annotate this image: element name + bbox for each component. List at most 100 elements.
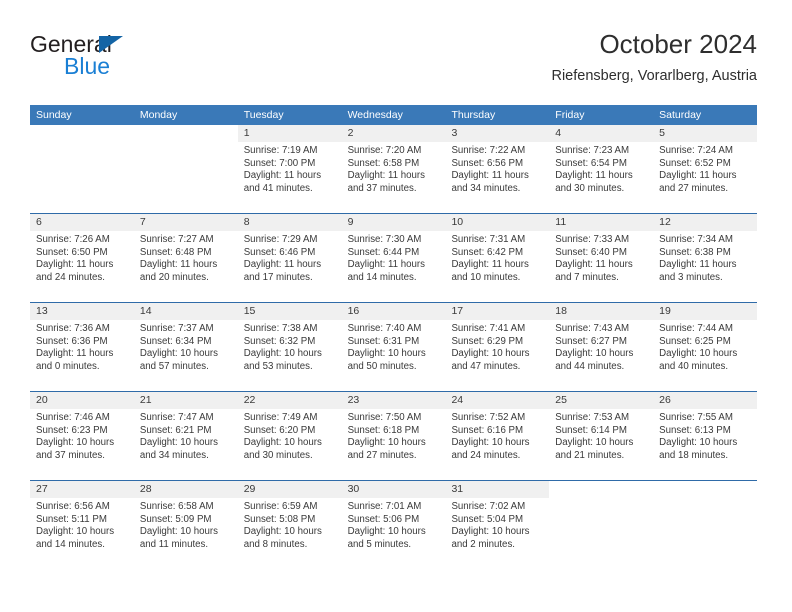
sunrise-text: Sunrise: 7:49 AM bbox=[243, 412, 318, 423]
daylight-text-line2: and 53 minutes. bbox=[243, 360, 313, 372]
day-cell[interactable]: 10 Sunrise: 7:31 AM Sunset: 6:42 PM Dayligh… bbox=[445, 214, 550, 302]
day-details: Sunrise: 7:47 AM Sunset: 6:21 PM Daylight:… bbox=[134, 409, 238, 462]
page-title: October 2024 bbox=[599, 29, 757, 59]
day-number: 13 bbox=[30, 303, 134, 320]
day-cell[interactable]: 21 Sunrise: 7:47 AM Sunset: 6:21 PM Dayligh… bbox=[133, 392, 238, 480]
weekday-header-monday: Monday bbox=[139, 109, 178, 121]
day-details: Sunrise: 7:26 AM Sunset: 6:50 PM Daylight:… bbox=[30, 231, 134, 284]
sunset-text: Sunset: 7:00 PM bbox=[243, 157, 316, 169]
daylight-text-line2: and 41 minutes. bbox=[243, 182, 313, 194]
daylight-text-line1: Daylight: 10 hours bbox=[139, 526, 218, 538]
day-cell[interactable]: 14 Sunrise: 7:37 AM Sunset: 6:34 PM Dayligh… bbox=[133, 303, 238, 391]
day-cell[interactable]: 23 Sunrise: 7:50 AM Sunset: 6:18 PM Dayligh… bbox=[341, 392, 446, 480]
sunrise-text: Sunrise: 7:02 AM bbox=[451, 501, 526, 512]
day-cell[interactable]: 5 Sunrise: 7:24 AM Sunset: 6:52 PM Daylight… bbox=[653, 125, 758, 213]
day-cell[interactable]: 1 Sunrise: 7:19 AM Sunset: 7:00 PM Daylight… bbox=[237, 125, 342, 213]
sunrise-text: Sunrise: 7:43 AM bbox=[555, 323, 630, 334]
sunrise-text: Sunrise: 7:24 AM bbox=[659, 145, 733, 156]
day-cell[interactable]: 15 Sunrise: 7:38 AM Sunset: 6:32 PM Dayligh… bbox=[237, 303, 342, 391]
day-cell[interactable]: 28 Sunrise: 6:58 AM Sunset: 5:09 PM Dayligh… bbox=[133, 481, 238, 569]
day-cell[interactable]: 26 Sunrise: 7:55 AM Sunset: 6:13 PM Dayligh… bbox=[653, 392, 758, 480]
calendar-grid: Sunday Monday Tuesday Wednesday Thursday… bbox=[30, 105, 758, 569]
day-cell[interactable]: 22 Sunrise: 7:49 AM Sunset: 6:20 PM Dayligh… bbox=[237, 392, 342, 480]
sunrise-text: Sunrise: 7:38 AM bbox=[243, 323, 318, 334]
day-cell[interactable]: 4 Sunrise: 7:23 AM Sunset: 6:54 PM Daylight… bbox=[549, 125, 654, 213]
sunset-text: Sunset: 6:23 PM bbox=[36, 424, 108, 436]
day-cell[interactable]: 31 Sunrise: 7:02 AM Sunset: 5:04 PM Dayligh… bbox=[445, 481, 550, 569]
daylight-text-line1: Daylight: 11 hours bbox=[347, 170, 425, 182]
daylight-text-line1: Daylight: 10 hours bbox=[659, 348, 738, 360]
daylight-text-line1: Daylight: 11 hours bbox=[451, 259, 529, 271]
sunrise-text: Sunrise: 7:31 AM bbox=[451, 234, 526, 245]
sunset-text: Sunset: 6:18 PM bbox=[347, 424, 420, 436]
sunrise-text: Sunrise: 7:47 AM bbox=[139, 412, 214, 423]
day-number bbox=[653, 481, 758, 498]
sunrise-text: Sunrise: 7:01 AM bbox=[347, 501, 422, 512]
day-cell[interactable]: 12 Sunrise: 7:34 AM Sunset: 6:38 PM Dayligh… bbox=[653, 214, 758, 302]
day-cell[interactable]: 18 Sunrise: 7:43 AM Sunset: 6:27 PM Dayligh… bbox=[549, 303, 654, 391]
daylight-text-line1: Daylight: 11 hours bbox=[555, 170, 633, 182]
sunset-text: Sunset: 6:21 PM bbox=[139, 424, 212, 436]
day-cell[interactable]: 16 Sunrise: 7:40 AM Sunset: 6:31 PM Dayligh… bbox=[341, 303, 446, 391]
day-cell[interactable]: 13 Sunrise: 7:36 AM Sunset: 6:36 PM Dayligh… bbox=[30, 303, 134, 391]
day-cell[interactable]: 9 Sunrise: 7:30 AM Sunset: 6:44 PM Daylight… bbox=[341, 214, 446, 302]
day-cell[interactable]: 3 Sunrise: 7:22 AM Sunset: 6:56 PM Daylight… bbox=[445, 125, 550, 213]
day-number: 15 bbox=[237, 303, 342, 320]
day-cell[interactable]: 27 Sunrise: 6:56 AM Sunset: 5:11 PM Dayligh… bbox=[30, 481, 134, 569]
sunrise-text: Sunrise: 7:27 AM bbox=[139, 234, 214, 245]
day-details: Sunrise: 7:24 AM Sunset: 6:52 PM Daylight:… bbox=[653, 142, 757, 195]
daylight-text-line2: and 18 minutes. bbox=[659, 449, 729, 461]
sunset-text: Sunset: 6:20 PM bbox=[243, 424, 316, 436]
calendar-week-row: 20 Sunrise: 7:46 AM Sunset: 6:23 PM Dayligh… bbox=[30, 391, 758, 480]
day-details: Sunrise: 7:30 AM Sunset: 6:44 PM Daylight:… bbox=[342, 231, 446, 284]
day-cell[interactable]: 20 Sunrise: 7:46 AM Sunset: 6:23 PM Dayligh… bbox=[30, 392, 134, 480]
sunset-text: Sunset: 6:14 PM bbox=[555, 424, 627, 436]
day-cell[interactable]: 11 Sunrise: 7:33 AM Sunset: 6:40 PM Dayligh… bbox=[549, 214, 654, 302]
calendar-week-row: 1 Sunrise: 7:19 AM Sunset: 7:00 PM Daylight… bbox=[30, 125, 758, 213]
daylight-text-line2: and 21 minutes. bbox=[555, 449, 625, 461]
daylight-text-line1: Daylight: 10 hours bbox=[659, 437, 738, 449]
brand-logo[interactable]: General Blue bbox=[30, 31, 230, 83]
day-number: 30 bbox=[341, 481, 446, 498]
weekday-header-sunday: Sunday bbox=[36, 109, 72, 121]
daylight-text-line1: Daylight: 11 hours bbox=[451, 170, 529, 182]
day-cell[interactable]: 17 Sunrise: 7:41 AM Sunset: 6:29 PM Dayligh… bbox=[445, 303, 550, 391]
sunset-text: Sunset: 5:04 PM bbox=[451, 513, 524, 525]
sunrise-text: Sunrise: 6:59 AM bbox=[243, 501, 318, 512]
day-cell[interactable]: 2 Sunrise: 7:20 AM Sunset: 6:58 PM Daylight… bbox=[341, 125, 446, 213]
sunrise-text: Sunrise: 7:23 AM bbox=[555, 145, 630, 156]
daylight-text-line1: Daylight: 10 hours bbox=[347, 348, 426, 360]
day-number bbox=[549, 481, 654, 498]
day-cell[interactable]: 24 Sunrise: 7:52 AM Sunset: 6:16 PM Dayligh… bbox=[445, 392, 550, 480]
day-number: 27 bbox=[30, 481, 134, 498]
day-cell[interactable]: 8 Sunrise: 7:29 AM Sunset: 6:46 PM Daylight… bbox=[237, 214, 342, 302]
day-details: Sunrise: 7:22 AM Sunset: 6:56 PM Daylight:… bbox=[445, 142, 549, 195]
daylight-text-line2: and 27 minutes. bbox=[347, 449, 417, 461]
day-details: Sunrise: 6:59 AM Sunset: 5:08 PM Daylight:… bbox=[238, 498, 342, 551]
day-number: 29 bbox=[237, 481, 342, 498]
daylight-text-line2: and 2 minutes. bbox=[451, 538, 515, 550]
day-number: 12 bbox=[653, 214, 758, 231]
day-cell[interactable]: 30 Sunrise: 7:01 AM Sunset: 5:06 PM Dayligh… bbox=[341, 481, 446, 569]
sunset-text: Sunset: 6:25 PM bbox=[659, 335, 731, 347]
daylight-text-line2: and 24 minutes. bbox=[451, 449, 521, 461]
day-details: Sunrise: 7:40 AM Sunset: 6:31 PM Daylight:… bbox=[342, 320, 446, 373]
sunrise-text: Sunrise: 7:33 AM bbox=[555, 234, 630, 245]
day-details: Sunrise: 7:23 AM Sunset: 6:54 PM Daylight:… bbox=[549, 142, 653, 195]
daylight-text-line1: Daylight: 10 hours bbox=[36, 437, 115, 449]
sunrise-text: Sunrise: 7:37 AM bbox=[139, 323, 214, 334]
day-cell[interactable]: 6 Sunrise: 7:26 AM Sunset: 6:50 PM Daylight… bbox=[30, 214, 134, 302]
daylight-text-line1: Daylight: 10 hours bbox=[139, 348, 218, 360]
day-cell[interactable]: 29 Sunrise: 6:59 AM Sunset: 5:08 PM Dayligh… bbox=[237, 481, 342, 569]
day-number: 28 bbox=[133, 481, 238, 498]
daylight-text-line2: and 17 minutes. bbox=[243, 271, 313, 283]
daylight-text-line1: Daylight: 10 hours bbox=[243, 348, 322, 360]
day-cell[interactable]: 7 Sunrise: 7:27 AM Sunset: 6:48 PM Daylight… bbox=[133, 214, 238, 302]
day-details: Sunrise: 6:56 AM Sunset: 5:11 PM Daylight:… bbox=[30, 498, 134, 551]
weekday-header-friday: Friday bbox=[555, 109, 585, 121]
day-cell[interactable]: 25 Sunrise: 7:53 AM Sunset: 6:14 PM Dayligh… bbox=[549, 392, 654, 480]
day-cell[interactable]: 19 Sunrise: 7:44 AM Sunset: 6:25 PM Dayligh… bbox=[653, 303, 758, 391]
daylight-text-line2: and 8 minutes. bbox=[243, 538, 308, 550]
day-details: Sunrise: 7:50 AM Sunset: 6:18 PM Daylight:… bbox=[342, 409, 446, 462]
sunset-text: Sunset: 6:48 PM bbox=[139, 246, 212, 258]
